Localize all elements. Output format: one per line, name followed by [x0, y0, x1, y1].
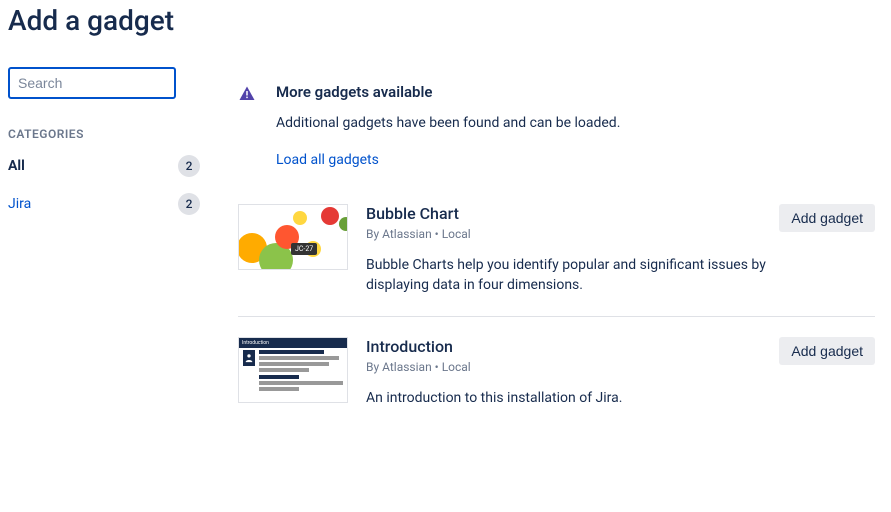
load-all-gadgets-link[interactable]: Load all gadgets [276, 152, 379, 168]
add-gadget-button[interactable]: Add gadget [779, 337, 875, 365]
main-content: More gadgets available Additional gadget… [208, 67, 883, 428]
notice-title: More gadgets available [276, 83, 875, 101]
gadget-item-introduction: Introduction [238, 337, 875, 428]
gadget-title: Bubble Chart [366, 204, 769, 223]
gadget-meta: By Atlassian • Local [366, 227, 769, 241]
category-label: Jira [8, 196, 31, 212]
sidebar: CATEGORIES All 2 Jira 2 [8, 67, 208, 428]
gadget-meta: By Atlassian • Local [366, 360, 769, 374]
categories-heading: CATEGORIES [8, 127, 192, 141]
notice-text: Additional gadgets have been found and c… [276, 115, 875, 131]
person-icon [243, 350, 255, 366]
add-gadget-button[interactable]: Add gadget [779, 204, 875, 232]
gadget-separator [238, 316, 875, 317]
page-title: Add a gadget [8, 4, 883, 37]
gadget-item-bubble-chart: JC-27 Bubble Chart By Atlassian • Local … [238, 204, 875, 316]
thumb-label: JC-27 [291, 243, 317, 255]
gadget-description: Bubble Charts help you identify popular … [366, 255, 769, 296]
warning-icon [238, 83, 256, 168]
sidebar-item-all[interactable]: All 2 [8, 155, 200, 177]
category-count-badge: 2 [178, 155, 200, 177]
gadget-description: An introduction to this installation of … [366, 388, 769, 408]
category-label: All [8, 158, 25, 174]
gadget-thumbnail: Introduction [238, 337, 348, 403]
gadget-thumbnail: JC-27 [238, 204, 348, 270]
search-input[interactable] [8, 67, 176, 99]
gadget-title: Introduction [366, 337, 769, 356]
more-gadgets-notice: More gadgets available Additional gadget… [238, 83, 875, 168]
sidebar-item-jira[interactable]: Jira 2 [8, 193, 200, 215]
category-count-badge: 2 [178, 193, 200, 215]
